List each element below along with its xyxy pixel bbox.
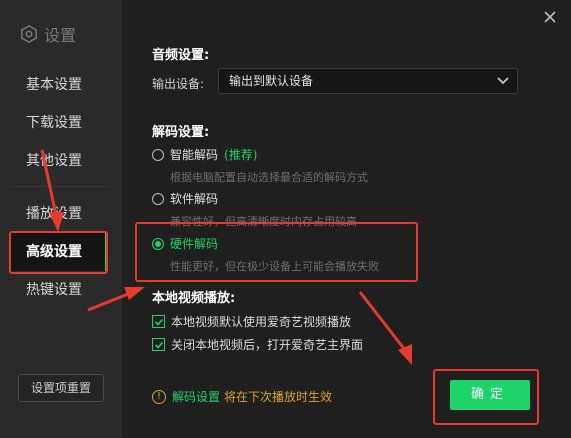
restart-tip: ! 解码设置 将在下次播放时生效 [152,388,332,405]
output-device-select[interactable]: 输出到默认设备 [218,68,518,94]
chevron-down-icon [497,77,509,85]
sidebar-item-other[interactable]: 其他设置 [0,146,122,176]
reset-settings-button[interactable]: 设置项重置 [18,374,104,402]
tip-text: 将在下次播放时生效 [224,390,333,404]
audio-section-title: 音频设置: [152,48,210,63]
warning-icon: ! [152,389,166,404]
tip-key: 解码设置 [172,390,221,404]
sidebar: 设置 基本设置 下载设置 其他设置 播放设置 高级设置 热键设置 设置项重置 [0,0,122,438]
decode-option-desc: 根据电脑配置自动选择最合适的解码方式 [170,171,368,184]
decode-option-desc: 兼容性好，但高清晰度时内存占用较高 [170,215,357,228]
checkbox-open-main[interactable]: 关闭本地视频后，打开爱奇艺主界面 [152,336,363,353]
local-video-section-title: 本地视频播放: [152,291,236,306]
advanced-settings-panel: 音频设置: 输出设备: 输出到默认设备 解码设置: 智能解码 (推荐) 根据电脑… [122,0,571,438]
settings-brand: 设置 [20,22,76,46]
sidebar-item-basic[interactable]: 基本设置 [0,70,122,100]
decode-option-label: 智能解码 [170,148,219,162]
sidebar-item-advanced-label: 高级设置 [26,244,82,260]
output-device-value: 输出到默认设备 [229,74,314,88]
decode-section-title: 解码设置: [152,125,210,140]
recommended-badge: (推荐) [224,148,258,162]
sidebar-item-advanced[interactable]: 高级设置 [10,233,108,271]
close-button[interactable] [541,8,559,26]
decode-option-smart[interactable]: 智能解码 (推荐) [152,146,257,163]
checkbox-default-player[interactable]: 本地视频默认使用爱奇艺视频播放 [152,313,351,330]
decode-option-label: 软件解码 [170,192,219,206]
radio-button-checked[interactable] [152,237,164,250]
radio-button[interactable] [152,148,164,161]
sidebar-divider [12,186,110,187]
brand-label: 设置 [44,26,77,45]
checkbox-checked-icon[interactable] [152,315,165,328]
radio-button[interactable] [152,192,164,205]
close-icon [544,11,556,23]
decode-option-desc: 性能更好，但在极少设备上可能会播放失败 [170,260,379,273]
sidebar-item-playback[interactable]: 播放设置 [0,199,122,229]
checkbox-label: 本地视频默认使用爱奇艺视频播放 [171,315,352,329]
checkbox-checked-icon[interactable] [152,338,165,351]
sidebar-item-hotkey[interactable]: 热键设置 [0,275,122,305]
hexagon-settings-icon [21,25,37,43]
confirm-button[interactable]: 确定 [450,380,530,410]
checkbox-label: 关闭本地视频后，打开爱奇艺主界面 [171,338,364,352]
sidebar-item-download[interactable]: 下载设置 [0,108,122,138]
output-device-label: 输出设备: [152,77,205,91]
decode-option-label: 硬件解码 [170,237,219,251]
decode-option-hardware[interactable]: 硬件解码 [152,235,218,252]
decode-option-software[interactable]: 软件解码 [152,190,218,207]
